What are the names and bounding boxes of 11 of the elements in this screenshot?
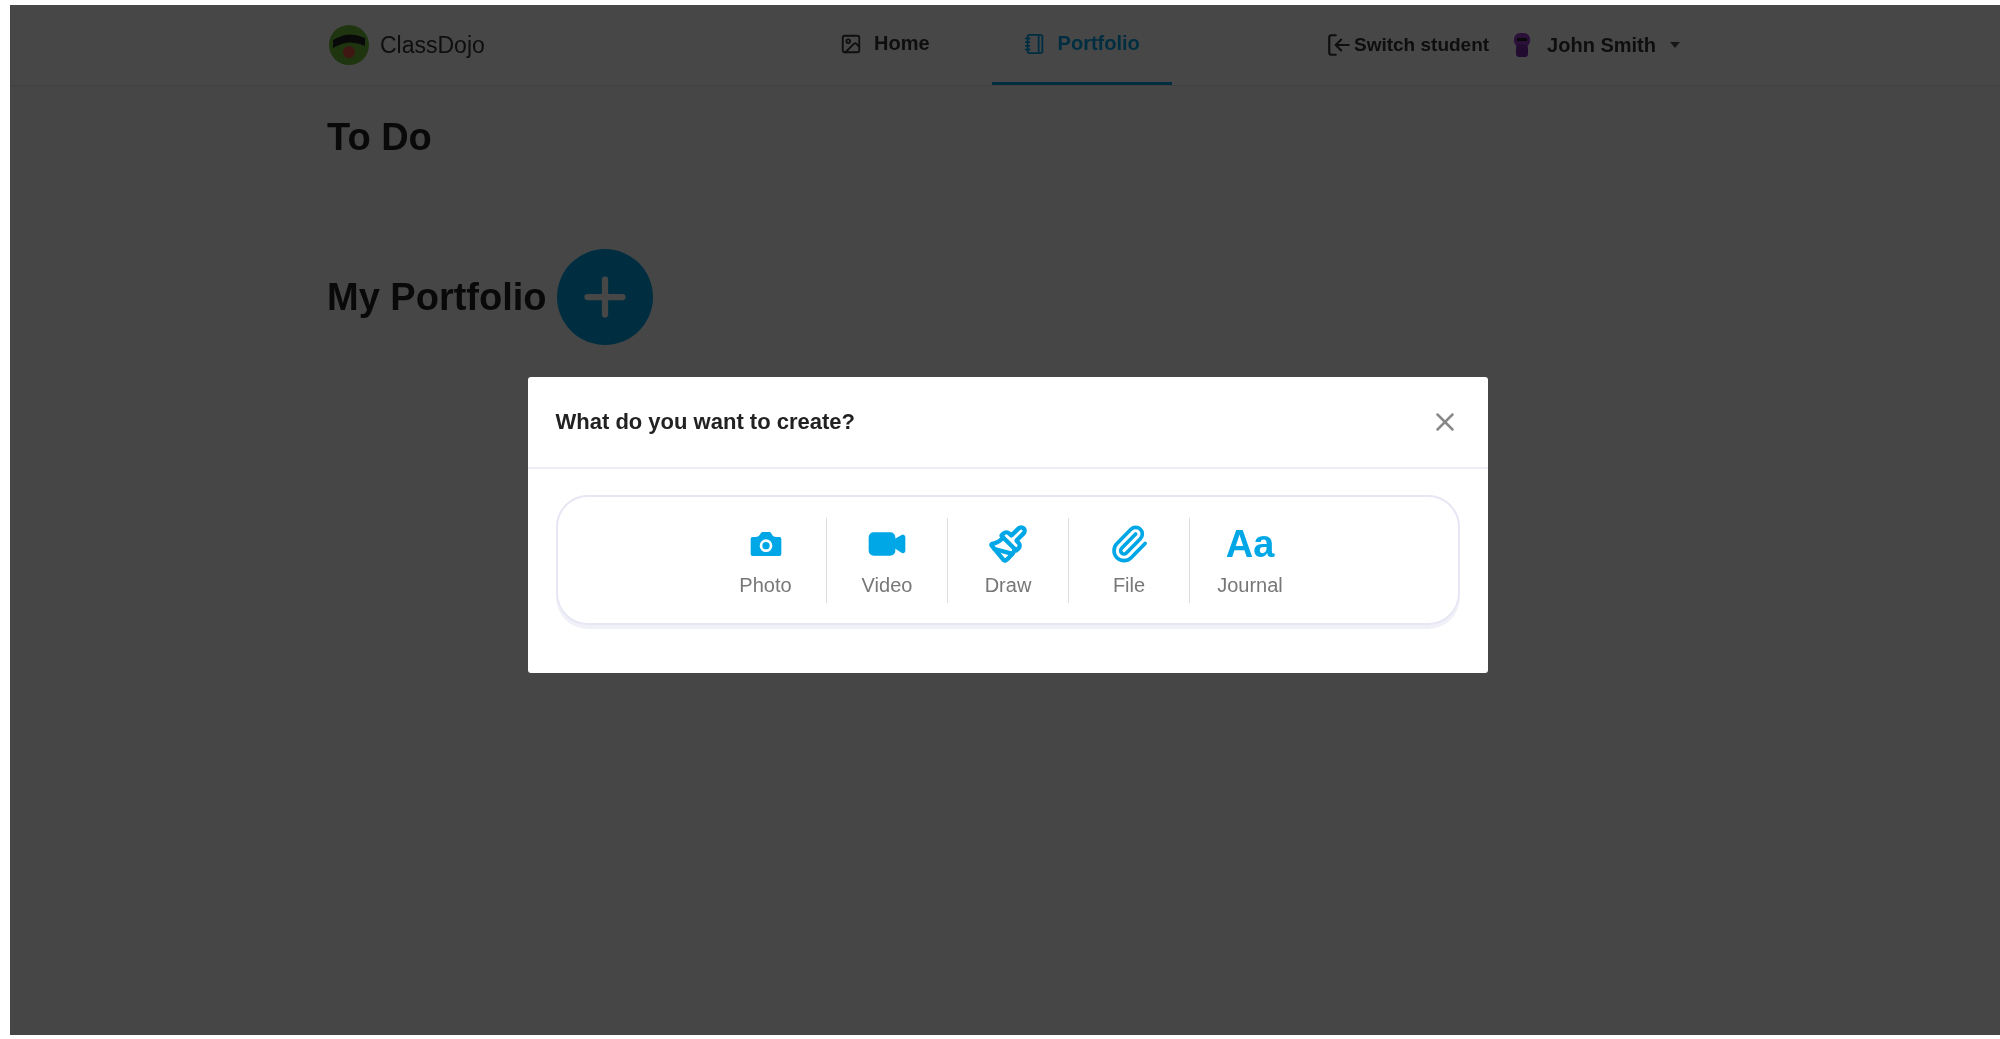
text-glyph-icon: Aa — [1225, 523, 1275, 564]
brand-name: ClassDojo — [380, 31, 485, 59]
paintbrush-icon — [986, 523, 1030, 564]
section-title: My Portfolio — [327, 275, 547, 319]
create-option[interactable]: Photo — [705, 517, 826, 603]
section-title: To Do — [327, 116, 432, 159]
dialog-title: What do you want to create? — [555, 409, 855, 435]
create-option[interactable]: Video — [826, 517, 947, 603]
create-option[interactable]: Draw — [947, 517, 1068, 603]
create-option[interactable]: File — [1068, 517, 1189, 603]
create-option[interactable]: Aa Journal — [1189, 517, 1310, 603]
